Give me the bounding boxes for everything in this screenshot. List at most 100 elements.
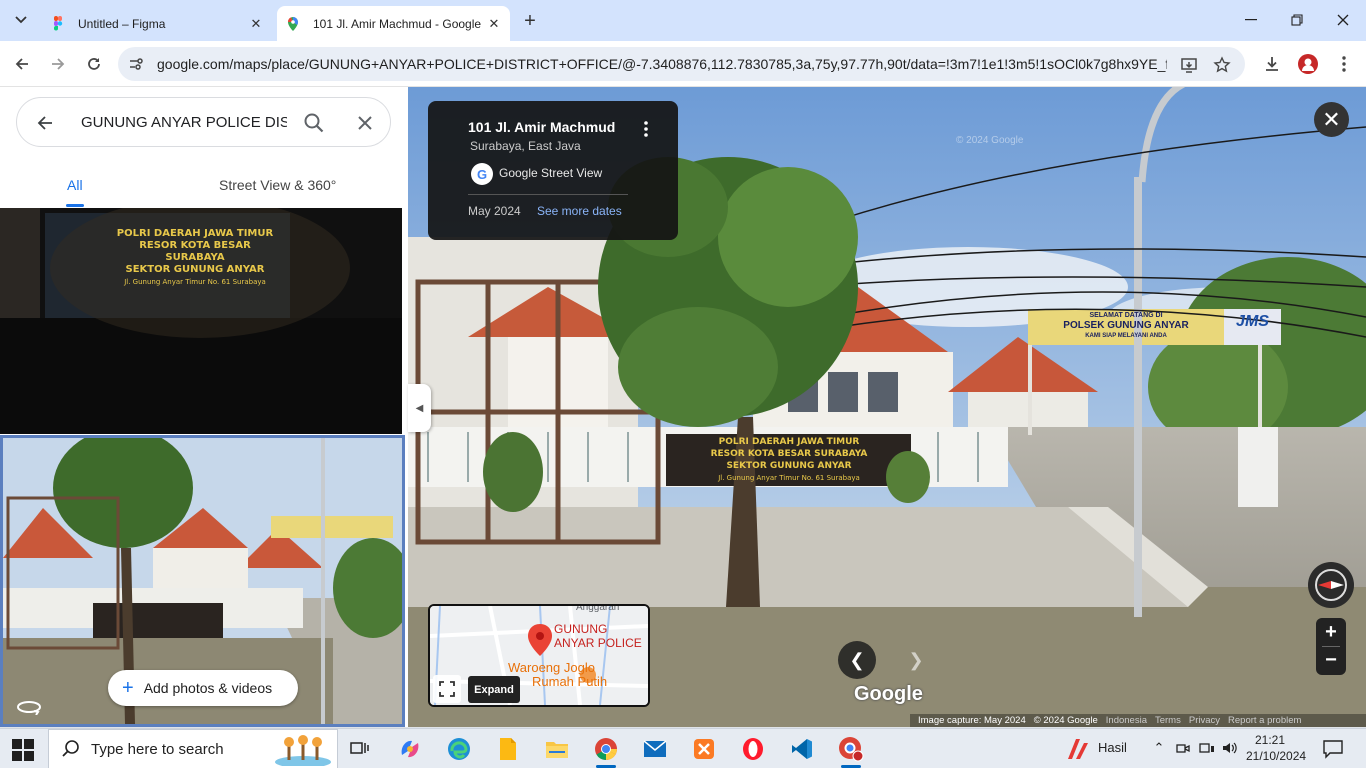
figma-icon xyxy=(54,15,63,30)
address-bar[interactable]: google.com/maps/place/GUNUNG+ANYAR+POLIC… xyxy=(118,47,1245,81)
edge-icon xyxy=(448,738,470,760)
reload-button[interactable] xyxy=(82,52,106,76)
zoom-out-button[interactable]: − xyxy=(1316,647,1346,674)
search-box[interactable]: GUNUNG ANYAR POLICE DISTRICT OFFICE xyxy=(16,97,391,147)
search-icon[interactable] xyxy=(302,111,326,135)
chrome-profile-button[interactable] xyxy=(831,733,871,768)
profile-avatar[interactable] xyxy=(1296,52,1320,76)
weather-icon[interactable] xyxy=(1064,737,1090,761)
task-view-button[interactable] xyxy=(340,733,380,765)
chrome-icon xyxy=(595,738,617,760)
more-vertical-icon xyxy=(1342,56,1346,72)
mail-icon xyxy=(643,740,667,757)
minimap[interactable]: Anggaran GUNUNG ANYAR POLICE Waroeng Jog… xyxy=(428,604,650,707)
url-text[interactable]: google.com/maps/place/GUNUNG+ANYAR+POLIC… xyxy=(157,56,1167,72)
copilot-button[interactable] xyxy=(390,733,430,765)
more-options-icon[interactable] xyxy=(640,119,652,139)
jms-sign: JMS xyxy=(1236,313,1269,330)
vscode-button[interactable] xyxy=(782,733,822,765)
forward-button[interactable] xyxy=(46,52,70,76)
xampp-button[interactable] xyxy=(684,733,724,765)
nav-forward-arrow[interactable]: ❯ xyxy=(897,641,935,679)
file-explorer-button[interactable] xyxy=(537,733,577,765)
location-address: 101 Jl. Amir Machmud xyxy=(468,119,616,135)
vscode-icon xyxy=(792,739,812,759)
arrow-left-icon xyxy=(15,58,28,70)
task-view-icon xyxy=(350,742,369,754)
tab-street-view[interactable]: Street View & 360° xyxy=(219,177,336,193)
taskbar-search-placeholder: Type here to search xyxy=(91,740,224,758)
notification-icon[interactable] xyxy=(1322,739,1344,759)
mail-button[interactable] xyxy=(635,733,675,765)
minimize-button[interactable] xyxy=(1236,8,1266,32)
close-street-view-button[interactable]: ✕ xyxy=(1314,102,1349,137)
opera-button[interactable] xyxy=(733,733,773,765)
menu-button[interactable] xyxy=(1332,52,1356,76)
region-link[interactable]: Indonesia xyxy=(1106,715,1147,726)
expand-minimap-button[interactable] xyxy=(433,675,461,703)
volume-icon[interactable] xyxy=(1221,739,1239,757)
location-city: Surabaya, East Java xyxy=(470,139,581,153)
chevron-down-icon xyxy=(15,16,27,24)
back-button[interactable] xyxy=(10,52,34,76)
weather-label[interactable]: Hasil xyxy=(1098,740,1127,755)
close-window-button[interactable] xyxy=(1328,8,1358,32)
google-logo: Google xyxy=(854,683,923,705)
minimap-place-text: GUNUNG ANYAR POLICE xyxy=(554,622,642,650)
network-icon[interactable] xyxy=(1198,739,1216,757)
nav-back-arrow[interactable]: ❮ xyxy=(838,641,876,679)
report-problem-link[interactable]: Report a problem xyxy=(1228,715,1301,726)
tab-google-maps[interactable]: 101 Jl. Amir Machmud - Google Maps ✕ xyxy=(277,6,510,41)
back-arrow-icon[interactable] xyxy=(33,111,57,135)
sign-line: RESOR KOTA BESAR SURABAYA xyxy=(710,449,868,459)
active-tab-indicator xyxy=(66,204,84,207)
expand-icon xyxy=(439,681,455,697)
photo-thumbnail-night[interactable]: POLRI DAERAH JAWA TIMUR RESOR KOTA BESAR… xyxy=(0,208,402,434)
download-icon xyxy=(1266,57,1278,71)
close-tab-icon[interactable]: ✕ xyxy=(484,14,504,34)
file-app-button[interactable] xyxy=(488,733,528,765)
downloads-button[interactable] xyxy=(1260,52,1284,76)
bookmark-star-icon[interactable] xyxy=(1211,54,1233,76)
tab-all[interactable]: All xyxy=(67,177,83,193)
privacy-link[interactable]: Privacy xyxy=(1189,715,1220,726)
plus-icon: + xyxy=(122,677,134,699)
chevron-left-icon: ❮ xyxy=(849,649,865,670)
sign-line: Jl. Gunung Anyar Timur No. 61 Surabaya xyxy=(124,278,266,286)
restore-button[interactable] xyxy=(1282,8,1312,32)
windows-start-icon[interactable] xyxy=(12,739,34,761)
site-info-icon[interactable] xyxy=(124,52,148,76)
sign-line: POLRI DAERAH JAWA TIMUR xyxy=(718,437,860,447)
clear-search-icon[interactable] xyxy=(353,111,377,135)
tab-figma[interactable]: Untitled – Figma ✕ xyxy=(42,6,272,41)
tab-search-button[interactable] xyxy=(8,8,34,32)
add-photos-button[interactable]: + Add photos & videos xyxy=(108,670,298,706)
google-g-icon: G xyxy=(471,163,493,185)
taskbar-search-box[interactable]: Type here to search xyxy=(48,729,338,768)
meet-now-icon[interactable] xyxy=(1174,739,1192,757)
chrome-button[interactable] xyxy=(586,733,626,768)
edge-browser-button[interactable] xyxy=(439,733,479,765)
source-label: Google Street View xyxy=(499,166,603,180)
add-photos-label: Add photos & videos xyxy=(143,680,273,696)
search-input[interactable]: GUNUNG ANYAR POLICE DISTRICT OFFICE xyxy=(81,114,287,131)
see-more-dates-link[interactable]: See more dates xyxy=(537,204,622,218)
sign-line: KAMI SIAP MELAYANI ANDA xyxy=(1085,333,1167,339)
chevron-up-icon[interactable]: ⌃ xyxy=(1150,739,1168,757)
copyright-credit: © 2024 Google xyxy=(1033,715,1098,726)
chevron-left-icon: ◀ xyxy=(415,402,424,414)
compass-control[interactable] xyxy=(1308,562,1354,608)
terms-link[interactable]: Terms xyxy=(1155,715,1181,726)
browser-toolbar: google.com/maps/place/GUNUNG+ANYAR+POLIC… xyxy=(0,41,1366,87)
new-tab-button[interactable]: + xyxy=(518,9,542,33)
xampp-icon xyxy=(694,739,714,759)
tab-title: Untitled – Figma xyxy=(78,16,166,31)
install-app-icon[interactable] xyxy=(1178,54,1200,76)
maps-side-panel: GUNUNG ANYAR POLICE DISTRICT OFFICE All … xyxy=(0,87,408,727)
collapse-panel-button[interactable]: ◀ xyxy=(408,384,431,432)
nearby-line: Rumah Putih xyxy=(532,674,608,689)
system-clock[interactable]: 21:21 21/10/2024 xyxy=(1246,732,1306,764)
chevron-right-icon: ❯ xyxy=(908,649,924,670)
close-tab-icon[interactable]: ✕ xyxy=(246,14,266,34)
zoom-in-button[interactable]: + xyxy=(1316,619,1346,646)
